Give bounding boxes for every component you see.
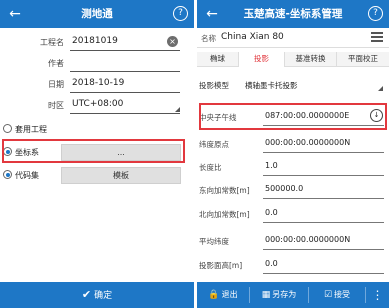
code-set-label: 代码集 [15, 171, 39, 180]
dropdown-corner-icon [378, 86, 383, 91]
author-label: 作者 [48, 59, 64, 68]
save-as-label: 另存为 [272, 290, 297, 299]
confirm-button[interactable]: ✔ 确定 [0, 282, 194, 308]
false-northing-label: 北向加常数[m] [199, 210, 250, 219]
project-settings-screen: ← 测地通 ? 工程名 20181019 × 作者 日期 2018-10-19 … [0, 0, 194, 308]
right-bottom-bar: 🔒 退出 ▦ 另存为 ☑ 接受 ⋮ [197, 282, 389, 308]
template-button[interactable]: 模板 [61, 167, 181, 184]
exit-button[interactable]: 🔒 退出 [197, 282, 249, 308]
apply-project-row[interactable]: 套用工程 [0, 121, 194, 138]
date-value: 2018-10-19 [72, 78, 125, 88]
mean-latitude-label: 平均纬度 [199, 237, 229, 246]
highlight-box [199, 103, 387, 130]
help-icon[interactable]: ? [173, 6, 188, 21]
mean-latitude-row: 平均纬度 000:00:00.0000000N [197, 230, 389, 250]
list-icon[interactable] [371, 32, 383, 44]
false-northing-row: 北向加常数[m] 0.0 [197, 203, 389, 223]
name-value: China Xian 80 [221, 32, 284, 42]
lock-icon: 🔒 [208, 290, 220, 300]
author-row: 作者 [0, 54, 194, 74]
more-icon[interactable]: ⋮ [366, 282, 389, 308]
project-name-row: 工程名 20181019 × [0, 33, 194, 53]
projection-height-input[interactable]: 0.0 [265, 259, 278, 268]
apply-project-radio[interactable] [3, 124, 12, 133]
accept-button[interactable]: ☑ 接受 [309, 282, 365, 308]
left-bottom-bar: ✔ 确定 [0, 282, 194, 308]
scale-factor-row: 长度比 1.0 [197, 156, 389, 176]
right-header: ← 玉楚高速-坐标系管理 ? [197, 0, 389, 28]
false-easting-input[interactable]: 500000.0 [265, 184, 303, 193]
apply-project-label: 套用工程 [15, 125, 47, 134]
coordinate-system-screen: ← 玉楚高速-坐标系管理 ? 名称 China Xian 80 椭球 投影 基准… [197, 0, 389, 308]
mean-latitude-input[interactable]: 000:00:00.0000000N [265, 235, 350, 244]
code-set-radio[interactable] [3, 170, 12, 179]
project-name-label: 工程名 [40, 38, 64, 47]
date-input[interactable]: 2018-10-19 [70, 75, 180, 93]
false-easting-label: 东向加常数[m] [199, 186, 250, 195]
timezone-row: 时区 UTC+08:00 [0, 96, 194, 116]
dropdown-corner-icon [175, 107, 180, 112]
project-name-value: 20181019 [72, 36, 118, 46]
scale-factor-label: 长度比 [199, 163, 222, 172]
check-icon: ✔ [81, 288, 92, 301]
confirm-label: 确定 [94, 291, 113, 301]
latitude-origin-label: 纬度原点 [199, 140, 229, 149]
accept-label: 接受 [334, 290, 351, 299]
right-page-title: 玉楚高速-坐标系管理 [243, 8, 343, 20]
code-set-row[interactable]: 代码集 模板 [0, 167, 194, 184]
name-bar: 名称 China Xian 80 [197, 28, 389, 48]
timezone-select[interactable]: UTC+08:00 [70, 96, 180, 114]
timezone-value: UTC+08:00 [72, 99, 124, 109]
false-northing-input[interactable]: 0.0 [265, 208, 278, 217]
author-input[interactable] [70, 54, 180, 72]
name-label: 名称 [201, 34, 216, 43]
date-label: 日期 [48, 80, 64, 89]
tab-ellipsoid[interactable]: 椭球 [197, 52, 239, 67]
save-as-button[interactable]: ▦ 另存为 [250, 282, 308, 308]
date-row: 日期 2018-10-19 [0, 75, 194, 95]
tab-projection[interactable]: 投影 [239, 52, 285, 67]
timezone-label: 时区 [48, 101, 64, 110]
latitude-origin-row: 纬度原点 000:00:00.0000000N [197, 133, 389, 153]
tab-plane-correction[interactable]: 平面校正 [337, 52, 389, 67]
projection-model-label: 投影模型 [199, 81, 229, 90]
projection-height-row: 投影面高[m] 0.0 [197, 254, 389, 274]
tab-bar: 椭球 投影 基准转换 平面校正 [197, 52, 389, 67]
projection-model-row[interactable]: 投影模型 横轴墨卡托投影 [197, 72, 389, 94]
left-page-title: 测地通 [81, 8, 113, 20]
checkbox-icon: ☑ [323, 290, 333, 300]
exit-label: 退出 [221, 290, 238, 299]
scale-factor-input[interactable]: 1.0 [265, 161, 278, 170]
left-header: ← 测地通 ? [0, 0, 194, 28]
clear-icon[interactable]: × [167, 36, 178, 47]
projection-model-value: 横轴墨卡托投影 [245, 81, 298, 90]
projection-height-label: 投影面高[m] [199, 261, 243, 270]
help-icon[interactable]: ? [368, 6, 383, 21]
false-easting-row: 东向加常数[m] 500000.0 [197, 179, 389, 199]
latitude-origin-input[interactable]: 000:00:00.0000000N [265, 138, 350, 147]
highlight-box [2, 139, 185, 163]
back-arrow-icon[interactable]: ← [6, 4, 24, 24]
project-name-input[interactable]: 20181019 × [70, 33, 180, 51]
back-arrow-icon[interactable]: ← [203, 4, 221, 24]
tab-datum-transform[interactable]: 基准转换 [285, 52, 337, 67]
save-icon: ▦ [261, 290, 271, 300]
